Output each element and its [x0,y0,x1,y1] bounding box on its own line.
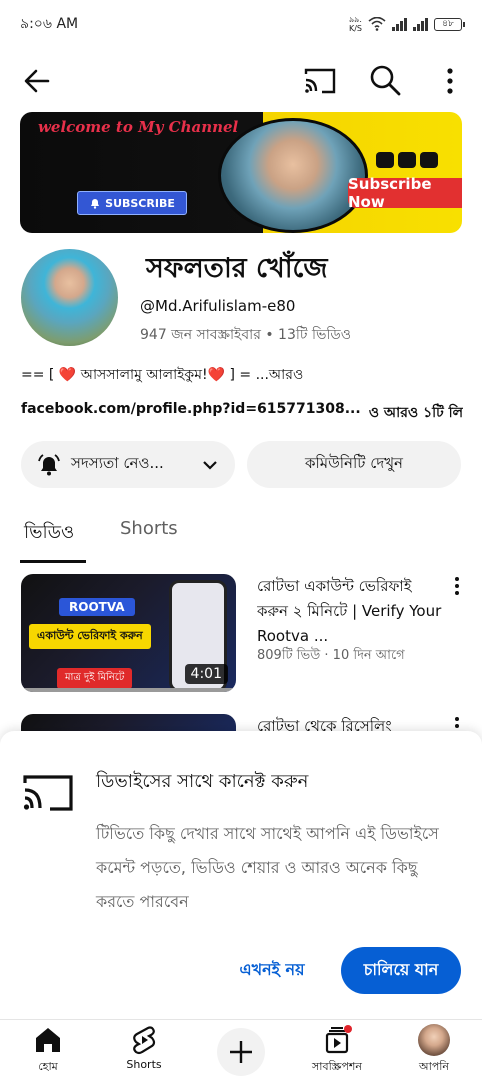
video-duration: 4:01 [184,664,228,684]
cast-icon[interactable] [302,64,338,98]
banner-subscribe-graphic: SUBSCRIBE [77,191,187,215]
status-icons: ৯৯. K/S ৪৮ [348,15,465,33]
channel-description[interactable]: == [ ❤️ আসসালামু আলাইকুম!❤️ ] = ...আরও [21,363,303,387]
banner-social-icons [376,152,438,168]
video-thumbnail[interactable]: ROOTVA একাউন্ট ভেরিফাই করুন মাত্র দুই মি… [21,574,236,692]
banner-welcome-text: welcome to My Channel [38,118,239,136]
nav-home[interactable]: হোম [8,1024,88,1077]
nav-you[interactable]: আপনি [394,1024,474,1077]
channel-avatar[interactable] [21,249,118,346]
bell-icon [38,453,60,475]
video-meta: 809টি ভিউ · 10 দিন আগে [257,648,405,663]
bell-icon [91,199,100,209]
nav-you-label: আপনি [418,1060,449,1073]
channel-handle: @Md.Arifulislam-e80 [140,297,296,315]
more-options-icon[interactable] [436,64,464,98]
watch-progress-bar [21,688,236,692]
bottom-navigation: হোম Shorts সাবস্ক্রিপশন আপনি [0,1019,482,1080]
nav-subscriptions-label: সাবস্ক্রিপশন [311,1060,362,1073]
nav-create[interactable] [201,1024,281,1076]
channel-tabs: ভিডিও Shorts [0,506,482,564]
banner-photo [218,118,368,233]
subscription-label: সদস্যতা নেও... [71,454,164,472]
search-icon[interactable] [367,62,403,98]
continue-button[interactable]: চালিয়ে যান [341,947,461,994]
top-app-bar [0,56,482,106]
active-tab-indicator [20,560,86,563]
create-button[interactable] [217,1028,265,1076]
nav-shorts[interactable]: Shorts [104,1024,184,1071]
signal-icon-2 [413,17,428,31]
status-bar: ৯:০৬ AM ৯৯. K/S ৪৮ [0,0,482,48]
status-time: ৯:০৬ AM [20,16,79,32]
channel-name: সফলতার খোঁজে [146,253,328,284]
video-item[interactable]: ROOTVA একাউন্ট ভেরিফাই করুন মাত্র দুই মি… [21,574,463,694]
nav-home-label: হোম [38,1060,58,1073]
channel-banner: welcome to My Channel SUBSCRIBE Subscrib… [20,112,462,233]
subscriptions-icon [325,1025,352,1054]
video-title[interactable]: রোটভা একাউন্ট ভেরিফাই করুন ২ মিনিটে | Ve… [257,574,443,649]
net-speed: ৯৯. K/S [348,15,362,33]
tab-videos[interactable]: ভিডিও [24,518,74,549]
user-avatar [418,1024,450,1056]
cast-sheet-title: ডিভাইসের সাথে কানেক্ট করুন [96,771,309,792]
cast-bottom-sheet: ডিভাইসের সাথে কানেক্ট করুন টিভিতে কিছু দ… [0,731,482,1019]
cast-sheet-body: টিভিতে কিছু দেখার সাথে সাথেই আপনি এই ডিভ… [96,824,439,911]
nav-shorts-label: Shorts [126,1058,162,1071]
banner-subscribe-label: SUBSCRIBE [105,196,175,210]
tab-shorts[interactable]: Shorts [120,518,178,539]
thumb-caption: একাউন্ট ভেরিফাই করুন [29,624,151,649]
shorts-icon [133,1026,156,1055]
battery-icon: ৪৮ [434,17,465,31]
channel-links: facebook.com/profile.php?id=615771308...… [21,401,463,425]
subscription-button[interactable]: সদস্যতা নেও... [21,441,235,488]
cast-icon [23,775,73,811]
back-arrow-icon[interactable] [20,64,54,98]
wifi-icon [368,17,386,31]
instagram-icon [420,152,438,168]
facebook-icon [398,152,416,168]
video-more-icon[interactable] [451,576,463,596]
nav-subscriptions[interactable]: সাবস্ক্রিপশন [297,1024,377,1077]
channel-stats: 947 জন সাবস্ক্রাইবার • 13টি ভিডিও [140,327,352,343]
not-now-button[interactable]: এখনই নয় [220,951,324,989]
thumb-tag: মাত্র দুই মিনিটে [57,668,133,689]
community-button[interactable]: কমিউনিটি দেখুন [247,441,461,488]
banner-subscribe-now: Subscribe Now [348,175,462,211]
thumb-chip: ROOTVA [59,598,135,616]
plus-icon [230,1041,252,1063]
more-links[interactable]: ও আরও ১টি লিঙ্ক [369,401,463,425]
signal-icon [392,17,407,31]
channel-link[interactable]: facebook.com/profile.php?id=615771308... [21,401,361,425]
chevron-down-icon [203,460,217,470]
home-icon [36,1028,60,1052]
youtube-icon [376,152,394,168]
